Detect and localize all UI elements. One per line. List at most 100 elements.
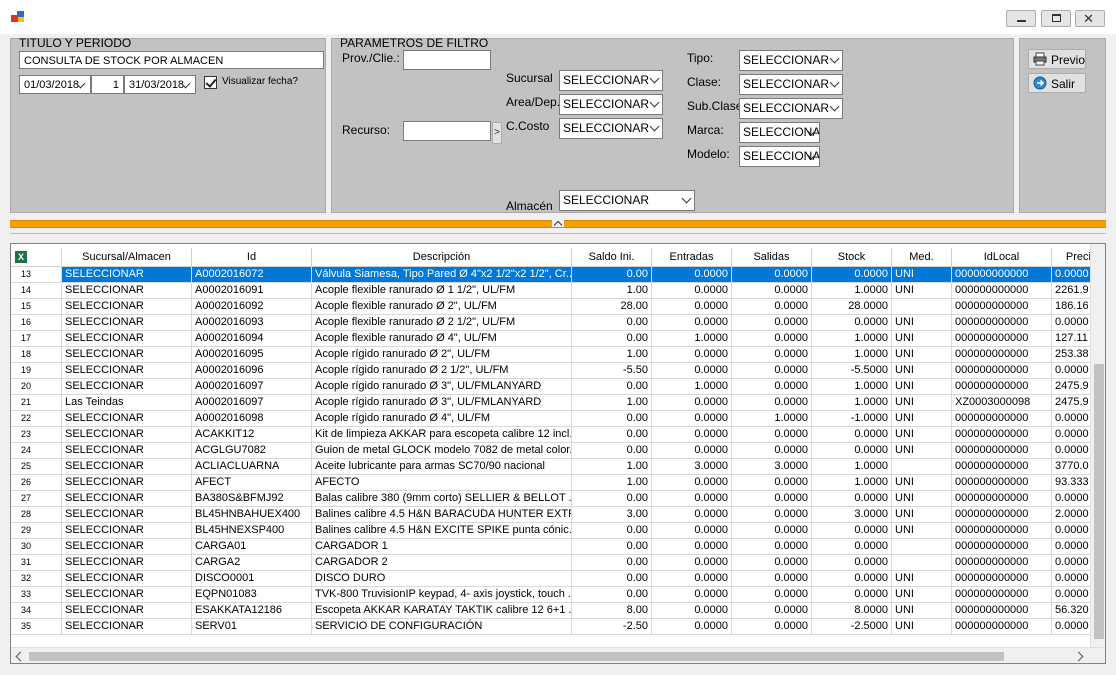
cell-stock[interactable]: 0.0000 [812, 587, 892, 602]
cell-salidas[interactable]: 0.0000 [732, 267, 812, 282]
cell-salidas[interactable]: 0.0000 [732, 331, 812, 346]
date-to-picker[interactable]: 31/03/2018 [124, 75, 196, 94]
cell-salidas[interactable]: 0.0000 [732, 427, 812, 442]
cell-entradas[interactable]: 0.0000 [652, 587, 732, 602]
cell-sucursal[interactable]: SELECCIONAR [62, 283, 192, 298]
cell-entradas[interactable]: 0.0000 [652, 347, 732, 362]
cell-descripcion[interactable]: TVK-800 TruvisionIP keypad, 4- axis joys… [312, 587, 572, 602]
cell-medida[interactable]: UNI [892, 427, 952, 442]
column-header[interactable]: Med. [892, 248, 952, 267]
cell-stock[interactable]: -5.5000 [812, 363, 892, 378]
cell-salidas[interactable]: 0.0000 [732, 619, 812, 634]
cell-entradas[interactable]: 0.0000 [652, 363, 732, 378]
cell-salidas[interactable]: 0.0000 [732, 379, 812, 394]
cell-saldo[interactable]: 0.00 [572, 443, 652, 458]
table-row[interactable]: 18 SELECCIONAR A0002016095 Acople rígido ra… [11, 347, 1090, 363]
table-row[interactable]: 31 SELECCIONAR CARGA2 CARGADOR 2 0.00 0.0000 0… [11, 555, 1090, 571]
table-row[interactable]: 13 SELECCIONAR A0002016072 Válvula Siamesa,… [11, 267, 1090, 283]
cell-medida[interactable]: UNI [892, 523, 952, 538]
cell-salidas[interactable]: 0.0000 [732, 491, 812, 506]
cell-stock[interactable]: 0.0000 [812, 315, 892, 330]
cell-stock[interactable]: 8.0000 [812, 603, 892, 618]
cell-sucursal[interactable]: SELECCIONAR [62, 299, 192, 314]
cell-idlocal[interactable]: XZ0003000098 [952, 395, 1052, 410]
cell-precio[interactable]: 0.0000 [1052, 555, 1090, 570]
scroll-left-icon[interactable] [15, 651, 26, 662]
cell-entradas[interactable]: 0.0000 [652, 507, 732, 522]
cell-salidas[interactable]: 0.0000 [732, 443, 812, 458]
cell-saldo[interactable]: 1.00 [572, 459, 652, 474]
cell-entradas[interactable]: 0.0000 [652, 315, 732, 330]
cell-sucursal[interactable]: SELECCIONAR [62, 347, 192, 362]
cell-precio[interactable]: 253.38 [1052, 347, 1090, 362]
cell-precio[interactable]: 0.0000 [1052, 587, 1090, 602]
cell-saldo[interactable]: 0.00 [572, 379, 652, 394]
cell-entradas[interactable]: 0.0000 [652, 443, 732, 458]
cell-entradas[interactable]: 0.0000 [652, 299, 732, 314]
cell-idlocal[interactable]: 000000000000 [952, 267, 1052, 282]
close-button[interactable]: ✕ [1075, 10, 1105, 27]
date-from-picker[interactable]: 01/03/2018 [19, 75, 91, 94]
cell-entradas[interactable]: 1.0000 [652, 379, 732, 394]
table-row[interactable]: 15 SELECCIONAR A0002016092 Acople flexible … [11, 299, 1090, 315]
cell-entradas[interactable]: 0.0000 [652, 283, 732, 298]
table-row[interactable]: 23 SELECCIONAR ACAKKIT12 Kit de limpieza AK… [11, 427, 1090, 443]
cell-id[interactable]: ESAKKATA12186 [192, 603, 312, 618]
cell-descripcion[interactable]: Acople flexible ranurado Ø 2", UL/FM [312, 299, 572, 314]
cell-sucursal[interactable]: SELECCIONAR [62, 331, 192, 346]
cell-salidas[interactable]: 1.0000 [732, 411, 812, 426]
cell-medida[interactable]: UNI [892, 347, 952, 362]
table-row[interactable]: 26 SELECCIONAR AFECT AFECTO 1.00 0.0000 0.0000… [11, 475, 1090, 491]
horizontal-scrollbar[interactable] [11, 647, 1105, 663]
cell-entradas[interactable]: 0.0000 [652, 603, 732, 618]
cell-medida[interactable]: UNI [892, 379, 952, 394]
cell-medida[interactable]: UNI [892, 571, 952, 586]
cell-id[interactable]: A0002016098 [192, 411, 312, 426]
clase-select[interactable]: SELECCIONAR [739, 74, 843, 95]
cell-medida[interactable]: UNI [892, 619, 952, 634]
table-row[interactable]: 24 SELECCIONAR ACGLGU7082 Guion de metal GL… [11, 443, 1090, 459]
cell-medida[interactable] [892, 459, 952, 474]
cell-idlocal[interactable]: 000000000000 [952, 331, 1052, 346]
cell-stock[interactable]: 0.0000 [812, 427, 892, 442]
cell-precio[interactable]: 0.0000 [1052, 411, 1090, 426]
table-row[interactable]: 14 SELECCIONAR A0002016091 Acople flexible … [11, 283, 1090, 299]
cell-idlocal[interactable]: 000000000000 [952, 347, 1052, 362]
cell-sucursal[interactable]: SELECCIONAR [62, 491, 192, 506]
cell-salidas[interactable]: 0.0000 [732, 507, 812, 522]
cell-medida[interactable]: UNI [892, 411, 952, 426]
cell-medida[interactable]: UNI [892, 603, 952, 618]
cell-precio[interactable]: 0.0000 [1052, 491, 1090, 506]
cell-stock[interactable]: 1.0000 [812, 379, 892, 394]
cell-saldo[interactable]: 1.00 [572, 347, 652, 362]
cell-id[interactable]: DISCO0001 [192, 571, 312, 586]
cell-idlocal[interactable]: 000000000000 [952, 299, 1052, 314]
cell-descripcion[interactable]: Balas calibre 380 (9mm corto) SELLIER & … [312, 491, 572, 506]
cell-medida[interactable]: UNI [892, 475, 952, 490]
cell-salidas[interactable]: 0.0000 [732, 587, 812, 602]
cell-saldo[interactable]: 1.00 [572, 283, 652, 298]
table-row[interactable]: 29 SELECCIONAR BL45HNEXSP400 Balines calibr… [11, 523, 1090, 539]
table-row[interactable]: 25 SELECCIONAR ACLIACLUARNA Aceite lubrican… [11, 459, 1090, 475]
cell-stock[interactable]: 0.0000 [812, 267, 892, 282]
cell-precio[interactable]: 93.333 [1052, 475, 1090, 490]
cell-precio[interactable]: 127.11 [1052, 331, 1090, 346]
cell-saldo[interactable]: 0.00 [572, 427, 652, 442]
table-row[interactable]: 33 SELECCIONAR EQPN01083 TVK-800 TruvisionI… [11, 587, 1090, 603]
cell-precio[interactable]: 0.0000 [1052, 619, 1090, 634]
cell-descripcion[interactable]: DISCO DURO [312, 571, 572, 586]
cell-entradas[interactable]: 0.0000 [652, 411, 732, 426]
cell-medida[interactable]: UNI [892, 331, 952, 346]
cell-idlocal[interactable]: 000000000000 [952, 555, 1052, 570]
cell-precio[interactable]: 2.0000 [1052, 507, 1090, 522]
cell-descripcion[interactable]: Escopeta AKKAR KARATAY TAKTIK calibre 12… [312, 603, 572, 618]
cell-saldo[interactable]: 0.00 [572, 539, 652, 554]
cell-saldo[interactable]: 0.00 [572, 411, 652, 426]
cell-saldo[interactable]: 0.00 [572, 571, 652, 586]
cell-sucursal[interactable]: SELECCIONAR [62, 539, 192, 554]
cell-medida[interactable]: UNI [892, 283, 952, 298]
cell-stock[interactable]: -2.5000 [812, 619, 892, 634]
column-header[interactable]: IdLocal [952, 248, 1052, 267]
cell-salidas[interactable]: 0.0000 [732, 555, 812, 570]
sucursal-select[interactable]: SELECCIONAR [559, 70, 663, 91]
